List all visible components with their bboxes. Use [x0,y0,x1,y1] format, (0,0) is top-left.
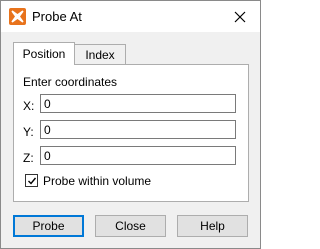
position-panel: Enter coordinates X: Y: Z: Probe within … [13,64,249,202]
probe-button[interactable]: Probe [13,215,84,237]
probe-within-volume-checkbox[interactable] [25,174,38,187]
tab-position-label: Position [22,47,66,61]
z-label: Z: [23,151,34,165]
x-coordinate-input[interactable] [40,94,236,113]
z-coordinate-input[interactable] [40,146,236,165]
probe-button-label: Probe [32,219,65,233]
tab-position[interactable]: Position [13,42,75,65]
help-button[interactable]: Help [177,215,248,237]
tab-index-label: Index [85,47,115,62]
close-icon [234,11,246,23]
probe-app-icon [9,8,26,25]
probe-within-volume-label[interactable]: Probe within volume [43,174,151,188]
checkmark-icon [27,177,36,185]
close-button[interactable]: Close [95,215,166,237]
title-bar: Probe At [1,1,260,32]
close-window-button[interactable] [227,6,253,28]
probe-at-dialog: Probe At Position Index Enter coordinate… [0,0,261,249]
tab-index[interactable]: Index [74,44,126,64]
x-label: X: [23,99,35,113]
close-button-label: Close [115,219,146,233]
y-coordinate-input[interactable] [40,120,236,139]
dialog-title: Probe At [32,9,82,24]
enter-coordinates-label: Enter coordinates [23,75,118,89]
y-label: Y: [23,125,34,139]
help-button-label: Help [200,219,225,233]
